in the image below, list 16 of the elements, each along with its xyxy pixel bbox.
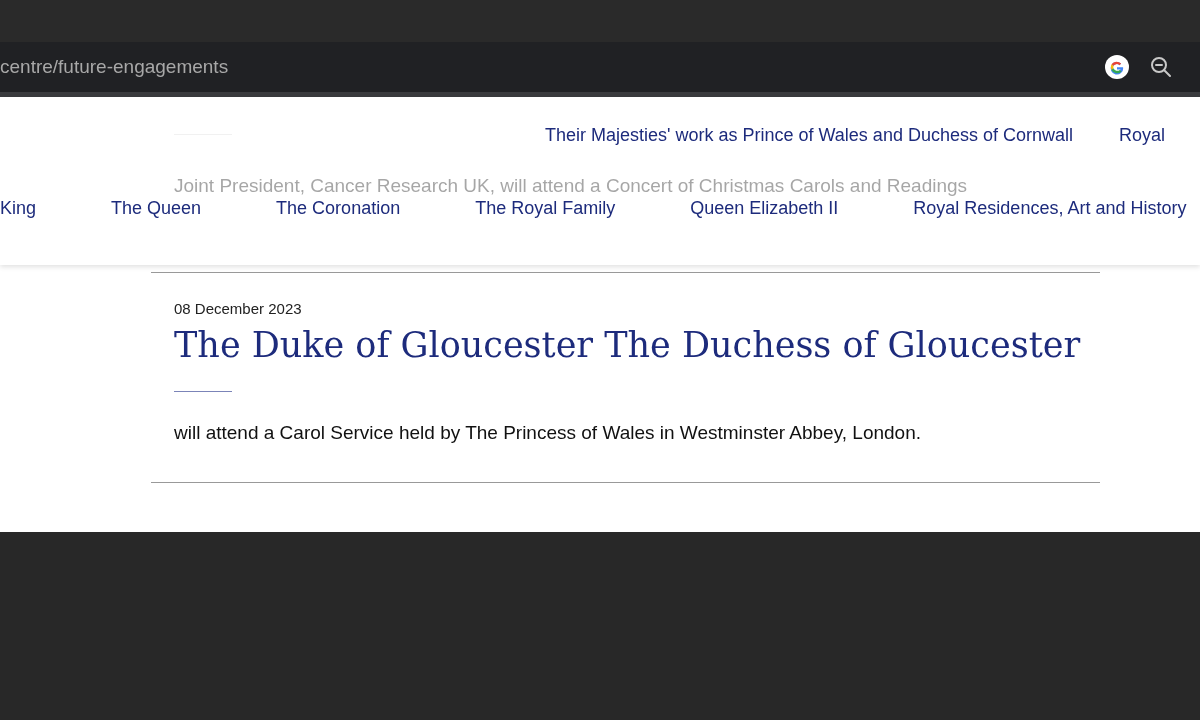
nav-link[interactable]: Their Majesties' work as Prince of Wales and Duchess of Cornwall <box>545 125 1073 146</box>
address-bar[interactable]: centre/future-engagements <box>0 42 1200 92</box>
google-icon[interactable] <box>1104 54 1130 80</box>
engagement-title: The Duke of Gloucester The Duchess of Gloucester <box>174 325 1082 365</box>
zoom-out-icon[interactable] <box>1150 56 1172 78</box>
nav-link[interactable]: King <box>0 198 37 219</box>
nav-link[interactable]: The Queen <box>111 198 202 219</box>
nav-link[interactable]: Royal Residences, Art and History <box>913 198 1187 219</box>
url-text: centre/future-engagements <box>0 56 230 78</box>
engagement-description: Joint President, Cancer Research UK, will attend a Concert of Christmas Carols and Readings <box>174 175 969 197</box>
nav-link[interactable]: Queen Elizabeth II <box>690 198 839 219</box>
nav-link[interactable]: Royal <box>1118 125 1165 146</box>
engagement-date: 08 December 2023 <box>174 300 303 317</box>
nav-link[interactable]: The Royal Family <box>475 198 616 219</box>
engagement-description: will attend a Carol Service held by The Princess of Wales in Westminster Abbey, London. <box>174 422 922 444</box>
nav-link[interactable]: The Coronation <box>276 198 401 219</box>
